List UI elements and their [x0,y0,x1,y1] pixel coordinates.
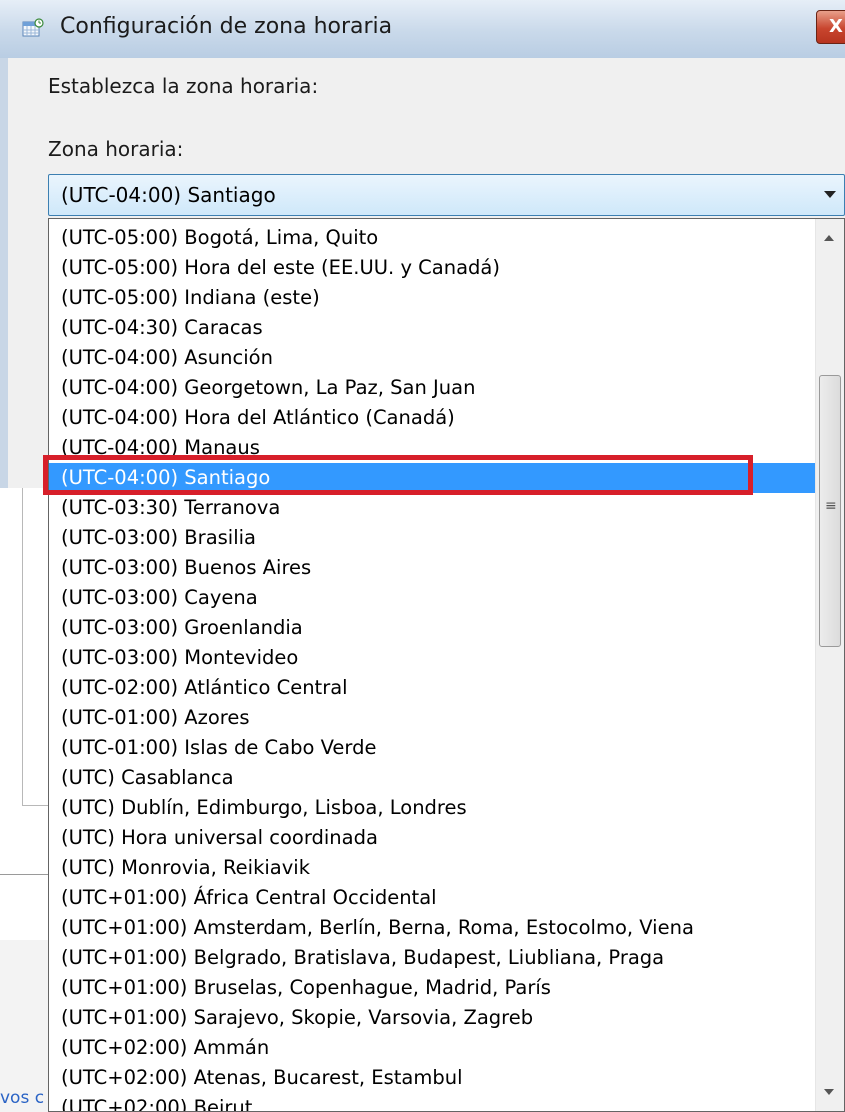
close-icon: X [829,16,843,37]
scroll-down-arrow-icon[interactable] [824,1089,834,1095]
timezone-option[interactable]: (UTC-03:00) Cayena [49,583,819,613]
timezone-option[interactable]: (UTC-04:00) Hora del Atlántico (Canadá) [49,403,819,433]
window-title: Configuración de zona horaria [60,14,393,39]
timezone-option[interactable]: (UTC) Monrovia, Reikiavik [49,853,819,883]
timezone-option[interactable]: (UTC+02:00) Ammán [49,1033,819,1063]
timezone-option[interactable]: (UTC+01:00) África Central Occidental [49,883,819,913]
timezone-option-selected[interactable]: (UTC-04:00) Santiago [49,463,819,493]
background-divider [0,874,48,875]
background-footer [0,940,48,1112]
timezone-option[interactable]: (UTC+02:00) Atenas, Bucarest, Estambul [49,1063,819,1093]
background-link[interactable]: vos c [0,1088,48,1108]
timezone-label: Zona horaria: [48,137,184,161]
background-groupbox [22,488,48,806]
scrollbar-thumb[interactable]: ≡ [819,375,841,647]
timezone-option[interactable]: (UTC-05:00) Bogotá, Lima, Quito [49,223,819,253]
timezone-option[interactable]: (UTC) Casablanca [49,763,819,793]
timezone-dropdown-list[interactable]: (UTC-05:00) Bogotá, Lima, Quito (UTC-05:0… [48,218,845,1112]
timezone-select[interactable]: (UTC-04:00) Santiago [48,174,845,216]
timezone-option[interactable]: (UTC-05:00) Indiana (este) [49,283,819,313]
timezone-option[interactable]: (UTC-04:00) Manaus [49,433,819,463]
timezone-option[interactable]: (UTC-01:00) Islas de Cabo Verde [49,733,819,763]
timezone-option[interactable]: (UTC-05:00) Hora del este (EE.UU. y Cana… [49,253,819,283]
timezone-option[interactable]: (UTC) Dublín, Edimburgo, Lisboa, Londres [49,793,819,823]
timezone-option[interactable]: (UTC-03:00) Brasilia [49,523,819,553]
timezone-option[interactable]: (UTC+01:00) Belgrado, Bratislava, Budape… [49,943,819,973]
title-bar: Configuración de zona horaria X [0,0,845,59]
timezone-option[interactable]: (UTC-03:00) Groenlandia [49,613,819,643]
timezone-option[interactable]: (UTC-04:30) Caracas [49,313,819,343]
timezone-option[interactable]: (UTC+01:00) Amsterdam, Berlín, Berna, Ro… [49,913,819,943]
timezone-option[interactable]: (UTC) Hora universal coordinada [49,823,819,853]
timezone-option[interactable]: (UTC-04:00) Georgetown, La Paz, San Juan [49,373,819,403]
timezone-options: (UTC-05:00) Bogotá, Lima, Quito (UTC-05:0… [49,223,819,1111]
timezone-select-value: (UTC-04:00) Santiago [61,183,276,207]
timezone-option[interactable]: (UTC+01:00) Bruselas, Copenhague, Madrid… [49,973,819,1003]
timezone-option[interactable]: (UTC-01:00) Azores [49,703,819,733]
timezone-option[interactable]: (UTC-03:00) Buenos Aires [49,553,819,583]
timezone-calendar-icon [22,18,44,38]
scroll-up-arrow-icon[interactable] [824,235,834,241]
grip-icon: ≡ [825,498,837,514]
dropdown-scrollbar[interactable]: ≡ [815,219,844,1111]
timezone-option[interactable]: (UTC-03:30) Terranova [49,493,819,523]
timezone-option[interactable]: (UTC+02:00) Beirut [49,1093,819,1111]
timezone-option[interactable]: (UTC+01:00) Sarajevo, Skopie, Varsovia, … [49,1003,819,1033]
timezone-option[interactable]: (UTC-04:00) Asunción [49,343,819,373]
timezone-option[interactable]: (UTC-02:00) Atlántico Central [49,673,819,703]
chevron-down-icon[interactable] [824,191,836,198]
close-button[interactable]: X [816,10,845,44]
timezone-option[interactable]: (UTC-03:00) Montevideo [49,643,819,673]
dialog-prompt: Establezca la zona horaria: [48,74,319,98]
